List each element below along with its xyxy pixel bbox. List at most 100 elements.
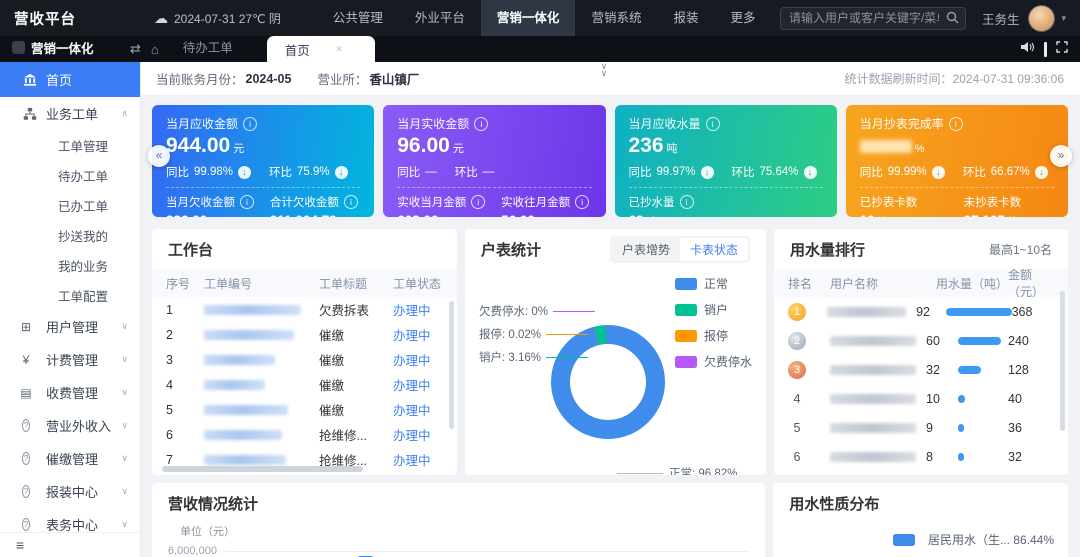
avatar[interactable] (1028, 5, 1055, 32)
horizontal-scrollbar[interactable] (162, 466, 363, 472)
info-icon[interactable]: i (949, 117, 963, 131)
fullscreen-icon[interactable] (1056, 40, 1068, 58)
group-icon (22, 353, 38, 367)
sidebar-subitem[interactable]: 工单管理 (0, 130, 140, 160)
redacted-user-name (830, 452, 916, 462)
redacted-order-no (204, 355, 275, 365)
table-row[interactable]: 6 抢维修... 办理中 (152, 422, 457, 447)
office-value[interactable]: 香山镇厂 (369, 69, 419, 88)
sidebar-item-group[interactable]: 催缴管理 ∨ (0, 442, 140, 475)
info-icon[interactable]: i (680, 195, 694, 209)
info-icon[interactable]: i (240, 195, 254, 209)
app-logo: 营收平台 (14, 8, 76, 29)
top-menu-item[interactable]: 营销一体化 (481, 0, 576, 36)
redacted-user-name (830, 423, 916, 433)
hamburger-icon: ≡ (16, 537, 24, 553)
top-menu-item[interactable]: 营销系统 (575, 0, 657, 36)
sidebar-item-group[interactable]: 收费管理 ∨ (0, 376, 140, 409)
rank-medal: 2 (788, 332, 806, 350)
legend-item[interactable]: 正常 (675, 275, 752, 292)
legend-item[interactable]: 报停 (675, 327, 752, 344)
panel-title: 营收情况统计 (168, 493, 258, 514)
down-arrow-icon: ↓ (238, 166, 251, 179)
chevron-down-icon: ∨ (121, 321, 128, 332)
table-row[interactable]: 3 催缴 办理中 (152, 347, 457, 372)
weather-widget: ☁ 2024-07-31 27℃ 阴 (154, 10, 281, 27)
tab-meter-trend[interactable]: 户表增势 (612, 238, 680, 261)
account-month-value[interactable]: 2024-05 (246, 72, 292, 86)
usage-ranking-panel: 用水量排行 最高1~10名 排名 用户名称 用水量（吨） 金额（元） 1 92 (774, 229, 1068, 475)
collapse-chevrons-icon[interactable]: ∨∨ (601, 63, 608, 77)
search-icon[interactable] (946, 11, 959, 29)
close-icon[interactable]: × (336, 42, 343, 56)
vertical-scrollbar[interactable] (449, 301, 454, 429)
sidebar-item-work-orders[interactable]: 业务工单 ∧ (0, 97, 140, 130)
table-body: 1 欠费拆表 办理中 2 催缴 办理中 (152, 297, 457, 472)
sidebar-item-group[interactable]: 营业外收入 ∨ (0, 409, 140, 442)
top-menu-item[interactable]: 公共管理 (317, 0, 399, 36)
chevron-down-icon[interactable]: ▾ (1061, 13, 1066, 24)
account-month-label: 当前账务月份： (156, 69, 244, 88)
info-icon[interactable]: i (706, 117, 720, 131)
group-icon (22, 386, 38, 400)
table-row[interactable]: 3 32 128 (774, 355, 1068, 384)
legend-item[interactable]: 欠费停水 (675, 353, 752, 370)
table-row[interactable]: 1 欠费拆表 办理中 (152, 297, 457, 322)
redacted-user-name (830, 336, 916, 346)
redacted-order-no (204, 405, 288, 415)
rank-medal: 6 (788, 448, 806, 466)
speaker-icon[interactable] (1021, 40, 1035, 58)
home-icon[interactable]: ⌂ (151, 42, 159, 57)
legend-swatch (675, 304, 697, 316)
info-icon[interactable]: i (344, 195, 358, 209)
table-row[interactable]: 6 8 32 (774, 442, 1068, 471)
module-title: 营销一体化 (12, 38, 130, 57)
sidebar-item-group[interactable]: 计费管理 ∨ (0, 343, 140, 376)
sidebar-subitem[interactable]: 待办工单 (0, 160, 140, 190)
donut-chart-area: 欠费停水: 0% 报停: 0.02% 销户: 3.16% 正常: 96.82% (465, 269, 766, 475)
sidebar-collapse[interactable]: ≡ (0, 532, 140, 557)
sidebar-subitem[interactable]: 工单配置 (0, 280, 140, 310)
sidebar-item-home[interactable]: 首页 (0, 62, 140, 97)
search-input[interactable] (780, 7, 966, 30)
info-icon[interactable]: i (471, 195, 485, 209)
table-row[interactable]: 2 催缴 办理中 (152, 322, 457, 347)
redacted-user-name (830, 394, 916, 404)
sidebar-subitem[interactable]: 已办工单 (0, 190, 140, 220)
topbar-right: 王务生 ▾ (780, 5, 1066, 32)
table-row[interactable]: 5 9 36 (774, 413, 1068, 442)
refresh-time: 统计数据刷新时间：2024-07-31 09:36:06 (845, 70, 1064, 87)
chevron-down-icon: ∨ (121, 519, 128, 530)
info-icon[interactable]: i (575, 195, 589, 209)
tab-home[interactable]: 首页 × (267, 36, 375, 62)
table-row[interactable]: 5 催缴 办理中 (152, 397, 457, 422)
chart-legend[interactable]: 居民用水（生... 86.44% (893, 531, 1054, 548)
tab-card-status[interactable]: 卡表状态 (680, 238, 748, 261)
table-row[interactable]: 4 10 40 (774, 384, 1068, 413)
legend-item[interactable]: 销户 (675, 301, 752, 318)
carousel-next-button[interactable]: » (1050, 145, 1072, 167)
info-icon[interactable]: i (474, 117, 488, 131)
sidebar-item-group[interactable]: 用户管理 ∨ (0, 310, 140, 343)
carousel-prev-button[interactable]: « (148, 145, 170, 167)
table-row[interactable]: 4 催缴 办理中 (152, 372, 457, 397)
legend-swatch (675, 278, 697, 290)
table-row[interactable]: 1 92 368 (774, 297, 1068, 326)
chart-callout: 销户: 3.16% (479, 349, 595, 365)
panel-title: 用水性质分布 (789, 493, 879, 514)
sidebar-subitem[interactable]: 抄送我的 (0, 220, 140, 250)
sidebar-item-group[interactable]: 报装中心 ∨ (0, 475, 140, 508)
tabbar-right (1021, 40, 1068, 58)
swap-arrows-icon[interactable]: ⇄ (130, 41, 141, 57)
stat-cards: 当月应收金额i 944.00元 同比99.98%↓ 环比75.9%↓ 当月欠收金… (152, 105, 1068, 217)
top-menu-item[interactable]: 外业平台 (399, 0, 481, 36)
group-icon (22, 419, 38, 432)
top-menu-item[interactable]: 更多 (714, 0, 771, 36)
info-icon[interactable]: i (243, 117, 257, 131)
usage-bar (958, 453, 1008, 461)
sidebar-subitem[interactable]: 我的业务 (0, 250, 140, 280)
top-menu-item[interactable]: 报装 (657, 0, 714, 36)
table-row[interactable]: 2 60 240 (774, 326, 1068, 355)
tab-pending-orders[interactable]: 待办工单 (183, 37, 233, 56)
vertical-scrollbar[interactable] (1060, 291, 1065, 431)
